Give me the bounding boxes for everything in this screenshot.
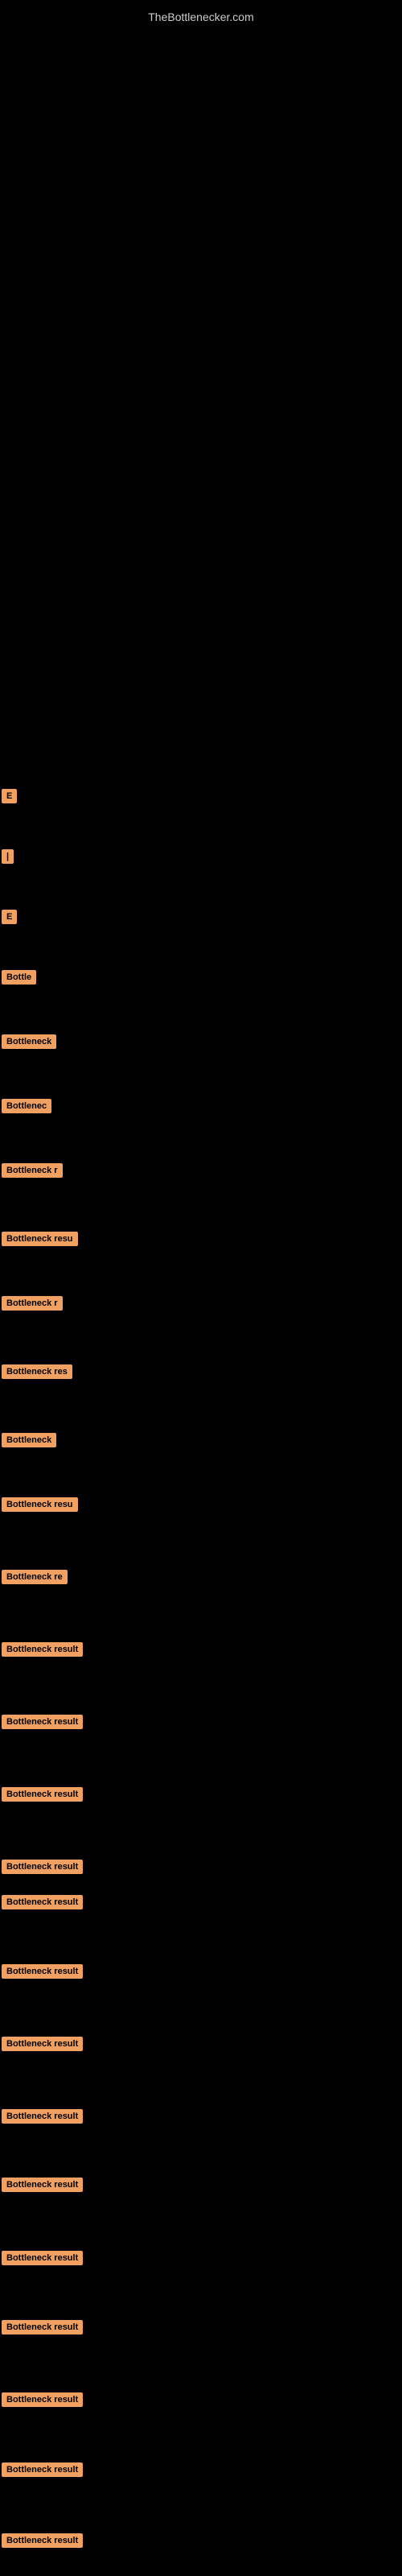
bottleneck-label: Bottleneck result bbox=[2, 2251, 83, 2265]
bottleneck-result-item: Bottleneck result bbox=[2, 2533, 83, 2552]
bottleneck-label: Bottleneck res bbox=[2, 1364, 72, 1379]
bottleneck-result-item: Bottleneck result bbox=[2, 2037, 83, 2055]
bottleneck-result-item: E bbox=[2, 789, 17, 807]
bottleneck-result-item: Bottleneck result bbox=[2, 2462, 83, 2481]
bottleneck-result-item: Bottleneck resu bbox=[2, 1232, 78, 1250]
bottleneck-label: Bottleneck result bbox=[2, 1715, 83, 1729]
bottleneck-label: Bottle bbox=[2, 970, 36, 985]
bottleneck-label: Bottleneck result bbox=[2, 2462, 83, 2477]
bottleneck-result-item: Bottleneck result bbox=[2, 1964, 83, 1983]
bottleneck-label: Bottleneck result bbox=[2, 2392, 83, 2407]
bottleneck-label: E bbox=[2, 789, 17, 803]
bottleneck-label: Bottleneck result bbox=[2, 2178, 83, 2192]
bottleneck-result-item: Bottleneck bbox=[2, 1433, 56, 1451]
bottleneck-result-item: Bottleneck result bbox=[2, 2251, 83, 2269]
bottleneck-result-item: Bottleneck result bbox=[2, 1715, 83, 1733]
bottleneck-result-item: Bottle bbox=[2, 970, 36, 989]
bottleneck-label: Bottleneck result bbox=[2, 2037, 83, 2051]
bottleneck-result-item: Bottleneck bbox=[2, 1034, 56, 1053]
bottleneck-label: Bottleneck result bbox=[2, 2320, 83, 2334]
bottleneck-result-item: Bottleneck result bbox=[2, 1860, 83, 1878]
bottleneck-label: Bottleneck result bbox=[2, 2533, 83, 2548]
bottleneck-result-item: Bottlenec bbox=[2, 1099, 51, 1117]
bottleneck-result-item: Bottleneck result bbox=[2, 2392, 83, 2411]
bottleneck-result-item: E bbox=[2, 910, 17, 928]
bottleneck-result-item: Bottleneck result bbox=[2, 1642, 83, 1661]
bottleneck-label: Bottleneck result bbox=[2, 1787, 83, 1802]
bottleneck-label: Bottleneck result bbox=[2, 1642, 83, 1657]
bottleneck-label: Bottleneck result bbox=[2, 2109, 83, 2124]
bottleneck-label: Bottleneck result bbox=[2, 1895, 83, 1909]
bottleneck-result-item: Bottleneck re bbox=[2, 1570, 68, 1588]
bottleneck-label: Bottleneck r bbox=[2, 1163, 63, 1178]
bottleneck-result-item: Bottleneck result bbox=[2, 2320, 83, 2339]
bottleneck-result-item: Bottleneck result bbox=[2, 2109, 83, 2128]
bottleneck-result-item: Bottleneck r bbox=[2, 1163, 63, 1182]
bottleneck-label: Bottleneck r bbox=[2, 1296, 63, 1311]
bottleneck-label: | bbox=[2, 849, 14, 864]
site-title: TheBottlenecker.com bbox=[0, 4, 402, 30]
bottleneck-result-item: Bottleneck r bbox=[2, 1296, 63, 1315]
bottleneck-label: Bottleneck bbox=[2, 1433, 56, 1447]
bottleneck-label: E bbox=[2, 910, 17, 924]
bottleneck-result-item: Bottleneck result bbox=[2, 1787, 83, 1806]
bottleneck-result-item: | bbox=[2, 849, 14, 868]
bottleneck-result-item: Bottleneck result bbox=[2, 1895, 83, 1913]
bottleneck-label: Bottleneck bbox=[2, 1034, 56, 1049]
bottleneck-result-item: Bottleneck resu bbox=[2, 1497, 78, 1516]
bottleneck-label: Bottleneck result bbox=[2, 1964, 83, 1979]
bottleneck-label: Bottleneck resu bbox=[2, 1497, 78, 1512]
bottleneck-result-item: Bottleneck result bbox=[2, 2178, 83, 2196]
bottleneck-label: Bottleneck re bbox=[2, 1570, 68, 1584]
bottleneck-label: Bottlenec bbox=[2, 1099, 51, 1113]
bottleneck-label: Bottleneck result bbox=[2, 1860, 83, 1874]
bottleneck-label: Bottleneck resu bbox=[2, 1232, 78, 1246]
bottleneck-result-item: Bottleneck res bbox=[2, 1364, 72, 1383]
